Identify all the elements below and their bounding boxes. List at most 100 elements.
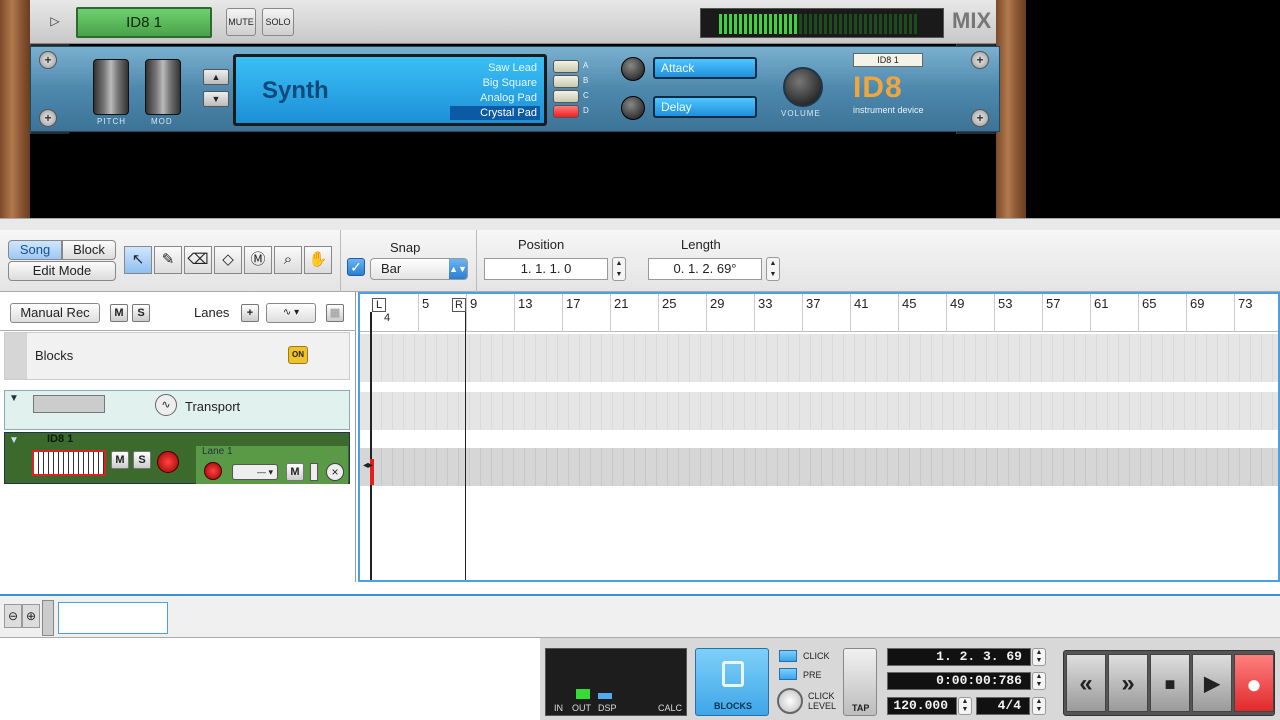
click-toggle[interactable]: [779, 650, 797, 662]
bars-beats-display[interactable]: 1. 2. 3. 69: [887, 648, 1031, 666]
patch-item-selected[interactable]: Crystal Pad: [450, 106, 540, 120]
patch-button-a[interactable]: [553, 60, 579, 73]
eraser-tool-icon[interactable]: ⌫: [184, 246, 212, 274]
device-name-tag[interactable]: ID8 1: [853, 53, 923, 67]
patch-item[interactable]: Analog Pad: [450, 91, 540, 105]
meter-segment: [779, 14, 782, 34]
delete-lane-icon[interactable]: ×: [326, 463, 344, 481]
automation-icon[interactable]: ∿: [155, 394, 177, 416]
length-field[interactable]: 0. 1. 2. 69°: [648, 258, 762, 280]
delay-param-display[interactable]: Delay: [653, 96, 757, 118]
signature-display[interactable]: 4/4: [976, 697, 1030, 715]
snap-checkbox[interactable]: ✓: [347, 258, 365, 276]
tap-button[interactable]: TAP: [843, 648, 877, 716]
manual-rec-button[interactable]: Manual Rec: [10, 303, 100, 323]
volume-knob[interactable]: [783, 67, 823, 107]
track-handle[interactable]: [5, 333, 27, 379]
zoom-out-icon[interactable]: ⊖: [4, 604, 22, 628]
track-record-button[interactable]: [157, 451, 179, 473]
transport-device-icon: [33, 395, 105, 413]
patch-button-c[interactable]: [553, 90, 579, 103]
patch-button-d[interactable]: [553, 105, 579, 118]
patch-item[interactable]: Big Square: [450, 76, 540, 90]
magnify-tool-icon[interactable]: ⌕: [274, 246, 302, 274]
tempo-stepper[interactable]: ▲ ▼: [958, 697, 972, 715]
song-mode-button[interactable]: Song: [8, 240, 62, 260]
meter-segment: [844, 14, 847, 34]
rewind-icon[interactable]: «: [1066, 654, 1106, 712]
track-solo-button[interactable]: S: [133, 451, 151, 469]
tempo-display[interactable]: 120.000: [887, 697, 957, 715]
patch-down-button[interactable]: ▼: [203, 91, 229, 107]
lane-dropdown[interactable]: — ▾: [232, 464, 278, 480]
meter-segment: [769, 14, 772, 34]
rack-sequencer-divider[interactable]: [0, 218, 1280, 230]
lane-record-button[interactable]: [204, 462, 222, 480]
click-level-knob[interactable]: [777, 688, 803, 714]
arrow-tool-icon[interactable]: ↖: [124, 246, 152, 274]
bars-stepper[interactable]: ▲ ▼: [1032, 648, 1046, 666]
lane-options-dropdown[interactable]: ∿ ▾: [266, 303, 316, 323]
id8-lane[interactable]: [360, 448, 1278, 486]
position-field[interactable]: 1. 1. 1. 0: [484, 258, 608, 280]
stop-icon[interactable]: ■: [1150, 654, 1190, 712]
left-locator-icon[interactable]: L: [372, 298, 386, 312]
out-label: OUT: [572, 703, 591, 713]
mute-all-button[interactable]: M: [110, 304, 128, 322]
transport-lane[interactable]: [360, 392, 1278, 430]
lane-mute-button[interactable]: M: [286, 463, 304, 481]
snap-select[interactable]: Bar ▲▼: [370, 258, 468, 280]
block-mode-button[interactable]: Block: [62, 240, 116, 260]
solo-all-button[interactable]: S: [132, 304, 150, 322]
record-icon[interactable]: ●: [1234, 654, 1274, 712]
attack-knob[interactable]: [621, 57, 645, 81]
collapse-arrow-icon[interactable]: ▼: [9, 435, 19, 446]
channel-name-display[interactable]: ID8 1: [76, 7, 212, 38]
overview-window[interactable]: [58, 602, 168, 634]
lane-slider[interactable]: [310, 463, 318, 481]
collapse-arrow-icon[interactable]: ▼: [9, 393, 19, 404]
transport-track[interactable]: ▼ ∿ Transport: [4, 390, 350, 430]
delay-knob[interactable]: [621, 96, 645, 120]
sequencer-timeline[interactable]: L 4 R 5 9 13 17 21 25 29 33 37 41 45 49 53 57 61 65 69 73…: [358, 292, 1280, 582]
time-ruler[interactable]: L 4 R 5 9 13 17 21 25 29 33 37 41 45 49 53 57 61 65 69 73: [360, 294, 1278, 332]
position-stepper[interactable]: ▲ ▼: [612, 257, 626, 281]
attack-param-display[interactable]: Attack: [653, 57, 757, 79]
right-locator-icon[interactable]: R: [452, 298, 466, 312]
time-stepper[interactable]: ▲ ▼: [1032, 672, 1046, 690]
mute-button[interactable]: MUTE: [226, 8, 256, 36]
blocks-on-button[interactable]: ON: [288, 346, 308, 364]
id8-track-name[interactable]: ID8 1: [47, 433, 73, 445]
razor-tool-icon[interactable]: ◇: [214, 246, 242, 274]
zoom-in-icon[interactable]: ⊕: [22, 604, 40, 628]
edit-mode-button[interactable]: Edit Mode: [8, 261, 116, 281]
play-icon[interactable]: ▶: [1192, 654, 1232, 712]
track-mute-button[interactable]: M: [111, 451, 129, 469]
solo-button[interactable]: SOLO: [262, 8, 294, 36]
blocks-lane[interactable]: [360, 334, 1278, 382]
pre-toggle[interactable]: [779, 668, 797, 680]
zoom-handle[interactable]: [42, 600, 54, 636]
add-device-icon[interactable]: +: [39, 51, 57, 69]
patch-up-button[interactable]: ▲: [203, 69, 229, 85]
time-display[interactable]: 0:00:00:786: [887, 672, 1031, 690]
patch-item[interactable]: Saw Lead: [450, 61, 540, 75]
signature-stepper[interactable]: ▲ ▼: [1032, 697, 1046, 715]
add-lane-button[interactable]: +: [241, 304, 259, 322]
fold-arrow-icon[interactable]: ▷: [44, 8, 66, 34]
hand-tool-icon[interactable]: ✋: [304, 246, 332, 274]
patch-button-b[interactable]: [553, 75, 579, 88]
song-end-marker[interactable]: [465, 312, 466, 580]
transport-track-label: Transport: [185, 399, 241, 414]
grid-icon[interactable]: ▦: [326, 304, 344, 322]
pencil-tool-icon[interactable]: ✎: [154, 246, 182, 274]
fast-forward-icon[interactable]: »: [1108, 654, 1148, 712]
song-start-marker[interactable]: [370, 312, 378, 580]
lane-1-header[interactable]: Lane 1 — ▾ M ×: [196, 446, 348, 484]
mod-wheel[interactable]: [145, 59, 181, 115]
length-stepper[interactable]: ▲ ▼: [766, 257, 780, 281]
mute-tool-icon[interactable]: Ⓜ: [244, 246, 272, 274]
snap-select-value: Bar: [381, 261, 402, 276]
blocks-button[interactable]: BLOCKS: [695, 648, 769, 716]
pitch-wheel[interactable]: [93, 59, 129, 115]
